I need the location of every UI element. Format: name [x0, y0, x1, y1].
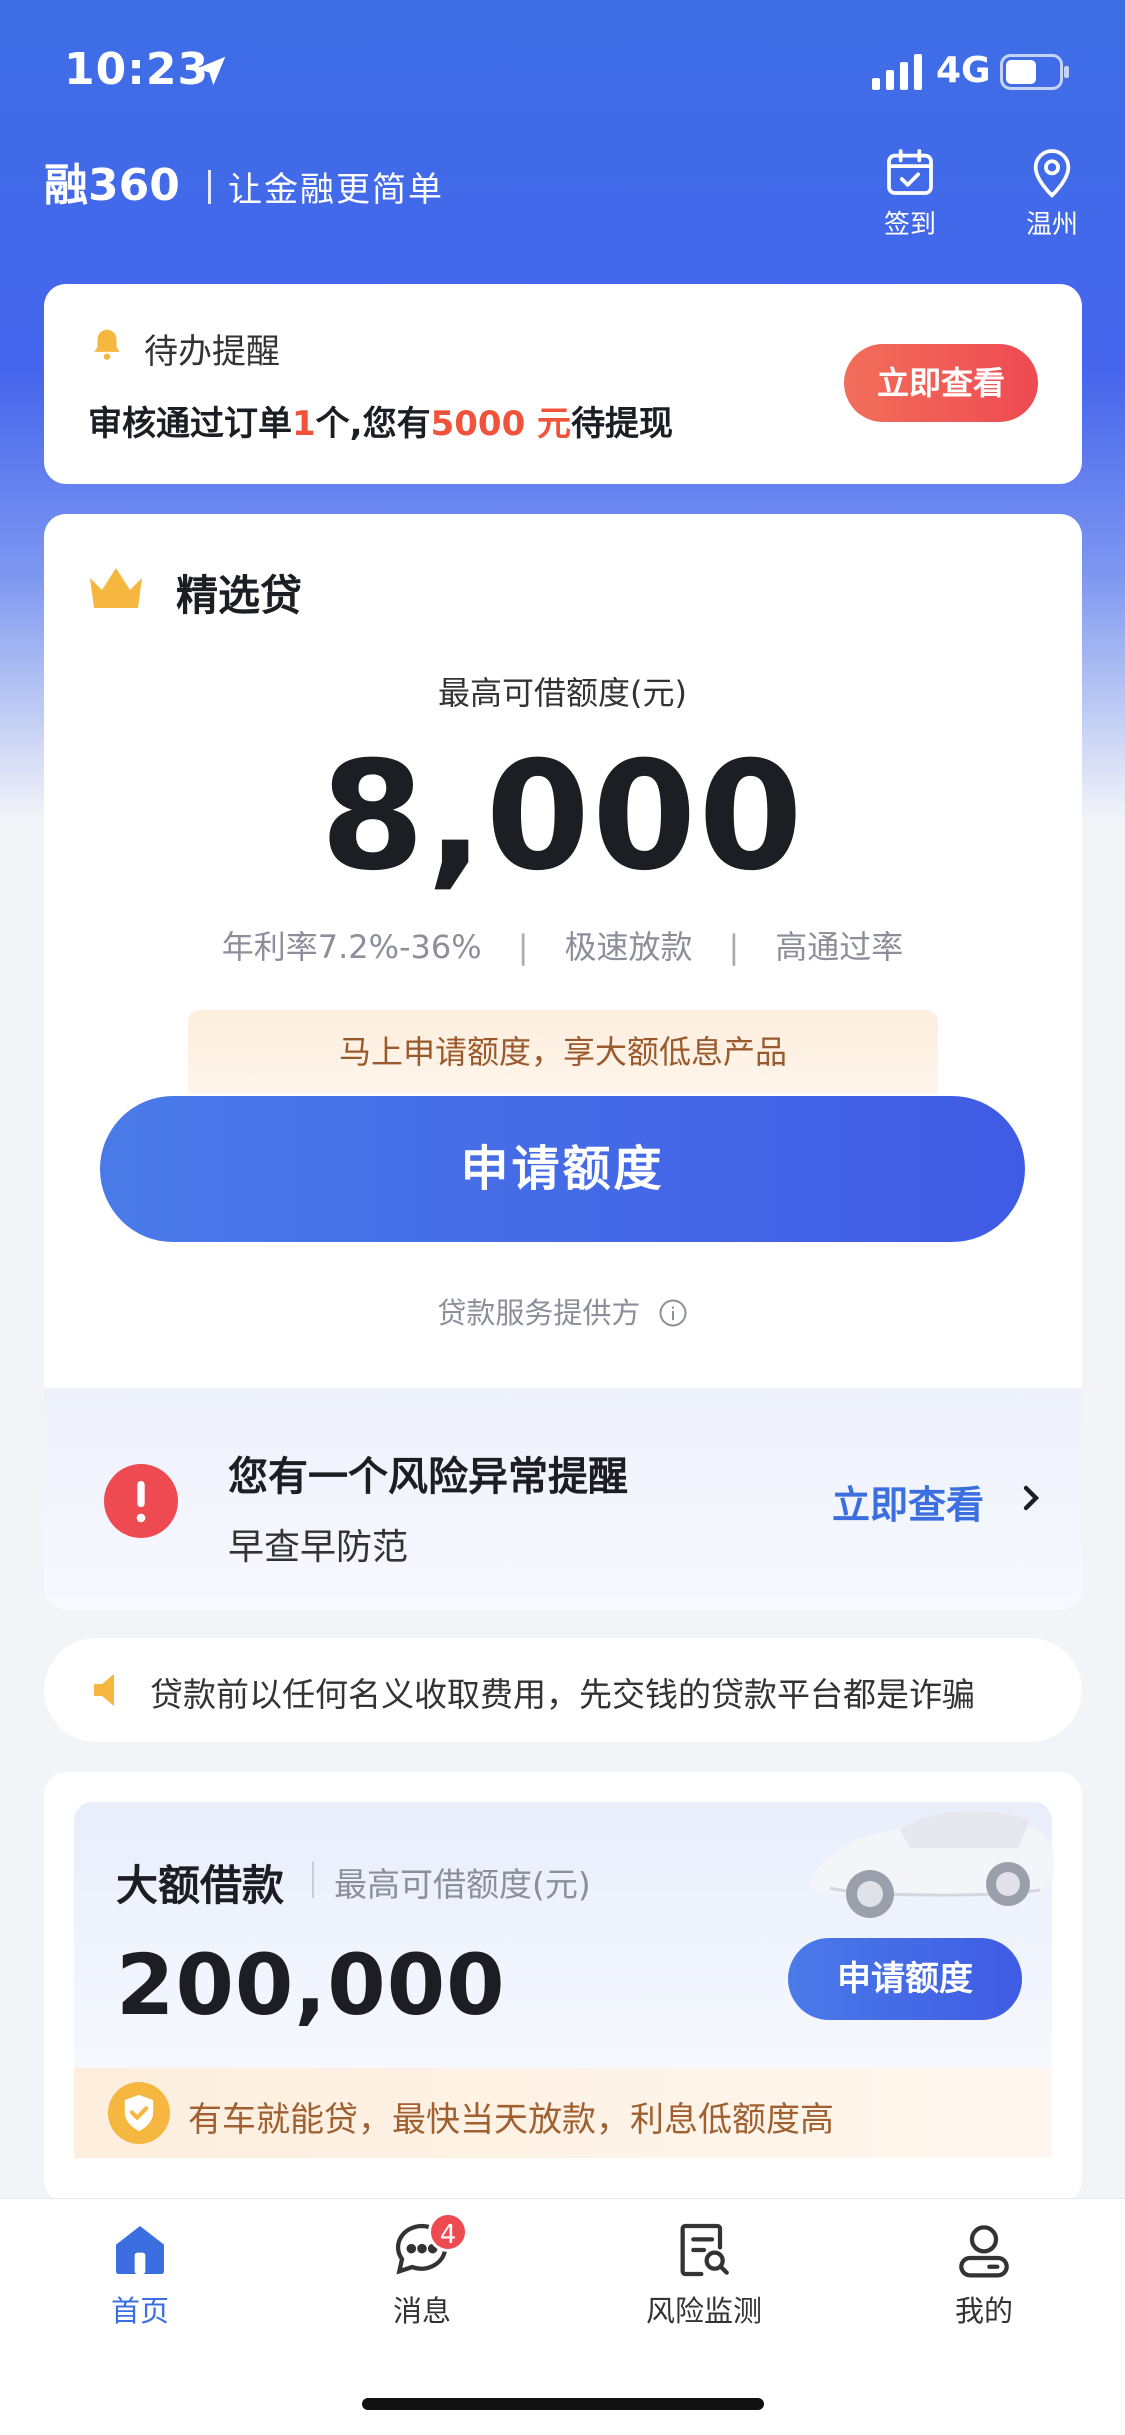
status-time: 10:23 — [64, 44, 210, 95]
title-divider — [312, 1862, 314, 1898]
large-loan-limit-label: 最高可借额度(元) — [334, 1865, 591, 1904]
car-image — [810, 1811, 1055, 1918]
location-arrow-icon — [196, 56, 226, 86]
checkin-label: 签到 — [883, 210, 936, 240]
tab-home[interactable]: 首页 — [60, 2218, 220, 2330]
featured-title: 精选贷 — [176, 571, 303, 620]
todo-title: 待办提醒 — [144, 332, 280, 372]
signal-icon — [872, 54, 922, 90]
tab-profile[interactable]: 我的 — [904, 2218, 1064, 2330]
slogan: 让金融更简单 — [228, 170, 444, 210]
todo-text: 审核通过订单1个,您有5000 元待提现 — [88, 404, 674, 444]
shield-check-icon — [108, 2082, 170, 2144]
large-loan-amount: 200,000 — [116, 1936, 506, 2034]
city-label: 温州 — [1025, 210, 1078, 240]
large-loan-title: 大额借款 — [116, 1861, 285, 1910]
calendar-check-icon — [887, 149, 933, 195]
rong360-logo: 融360 — [44, 160, 180, 211]
warning-text: 贷款前以任何名义收取费用，先交钱的贷款平台都是诈骗 — [150, 1675, 975, 1714]
risk-view-link[interactable]: 立即查看 — [832, 1474, 984, 1529]
tab-risk-monitor-label: 风险监测 — [645, 2294, 762, 2328]
large-loan-apply-button[interactable]: 申请额度 — [788, 1938, 1022, 2020]
tab-profile-label: 我的 — [954, 2294, 1013, 2328]
provider-link[interactable]: 贷款服务提供方 — [0, 1290, 1125, 1332]
limit-label: 最高可借额度(元) — [438, 674, 687, 712]
checkin-button[interactable]: 签到 — [860, 144, 960, 244]
profile-icon — [959, 2225, 1009, 2278]
car-loan-text: 有车就能贷，最快当天放款，利息低额度高 — [188, 2100, 834, 2140]
apply-limit-button[interactable]: 申请额度 — [100, 1096, 1025, 1242]
bell-icon — [94, 329, 120, 360]
svg-text:融360: 融360 — [44, 160, 180, 211]
order-count: 1 — [292, 404, 316, 444]
alert-icon — [104, 1464, 178, 1538]
tab-messages[interactable]: 消息 — [342, 2218, 502, 2330]
feature-rate: 年利率7.2%-36% — [221, 928, 482, 966]
feature-pass: 高通过率 — [775, 928, 904, 966]
info-icon — [659, 1299, 687, 1327]
logo-divider — [208, 170, 211, 204]
promo-banner: 马上申请额度，享大额低息产品 — [188, 1010, 938, 1094]
chevron-right-icon — [1023, 1485, 1040, 1511]
feature-list: 年利率7.2%-36% | 极速放款 | 高通过率 — [221, 928, 904, 966]
tab-home-label: 首页 — [110, 2294, 169, 2328]
tab-messages-label: 消息 — [392, 2294, 451, 2328]
speaker-icon — [94, 1674, 114, 1706]
city-button[interactable]: 温州 — [1002, 144, 1102, 244]
risk-title: 您有一个风险异常提醒 — [228, 1454, 628, 1500]
home-icon — [116, 2226, 164, 2274]
battery-icon — [1000, 54, 1069, 90]
feature-fast: 极速放款 — [564, 928, 693, 966]
crown-icon — [90, 568, 142, 608]
pending-amount: 5000 元 — [430, 404, 572, 444]
report-search-icon — [680, 2223, 729, 2277]
message-badge: 4 — [428, 2212, 468, 2252]
home-indicator — [362, 2398, 764, 2410]
tab-risk-monitor[interactable]: 风险监测 — [624, 2218, 784, 2330]
limit-amount: 8,000 — [320, 730, 805, 904]
view-now-button[interactable]: 立即查看 — [844, 344, 1038, 422]
risk-subtitle: 早查早防范 — [228, 1527, 409, 1568]
network-type: 4G — [936, 50, 991, 91]
location-pin-icon — [1033, 149, 1071, 198]
